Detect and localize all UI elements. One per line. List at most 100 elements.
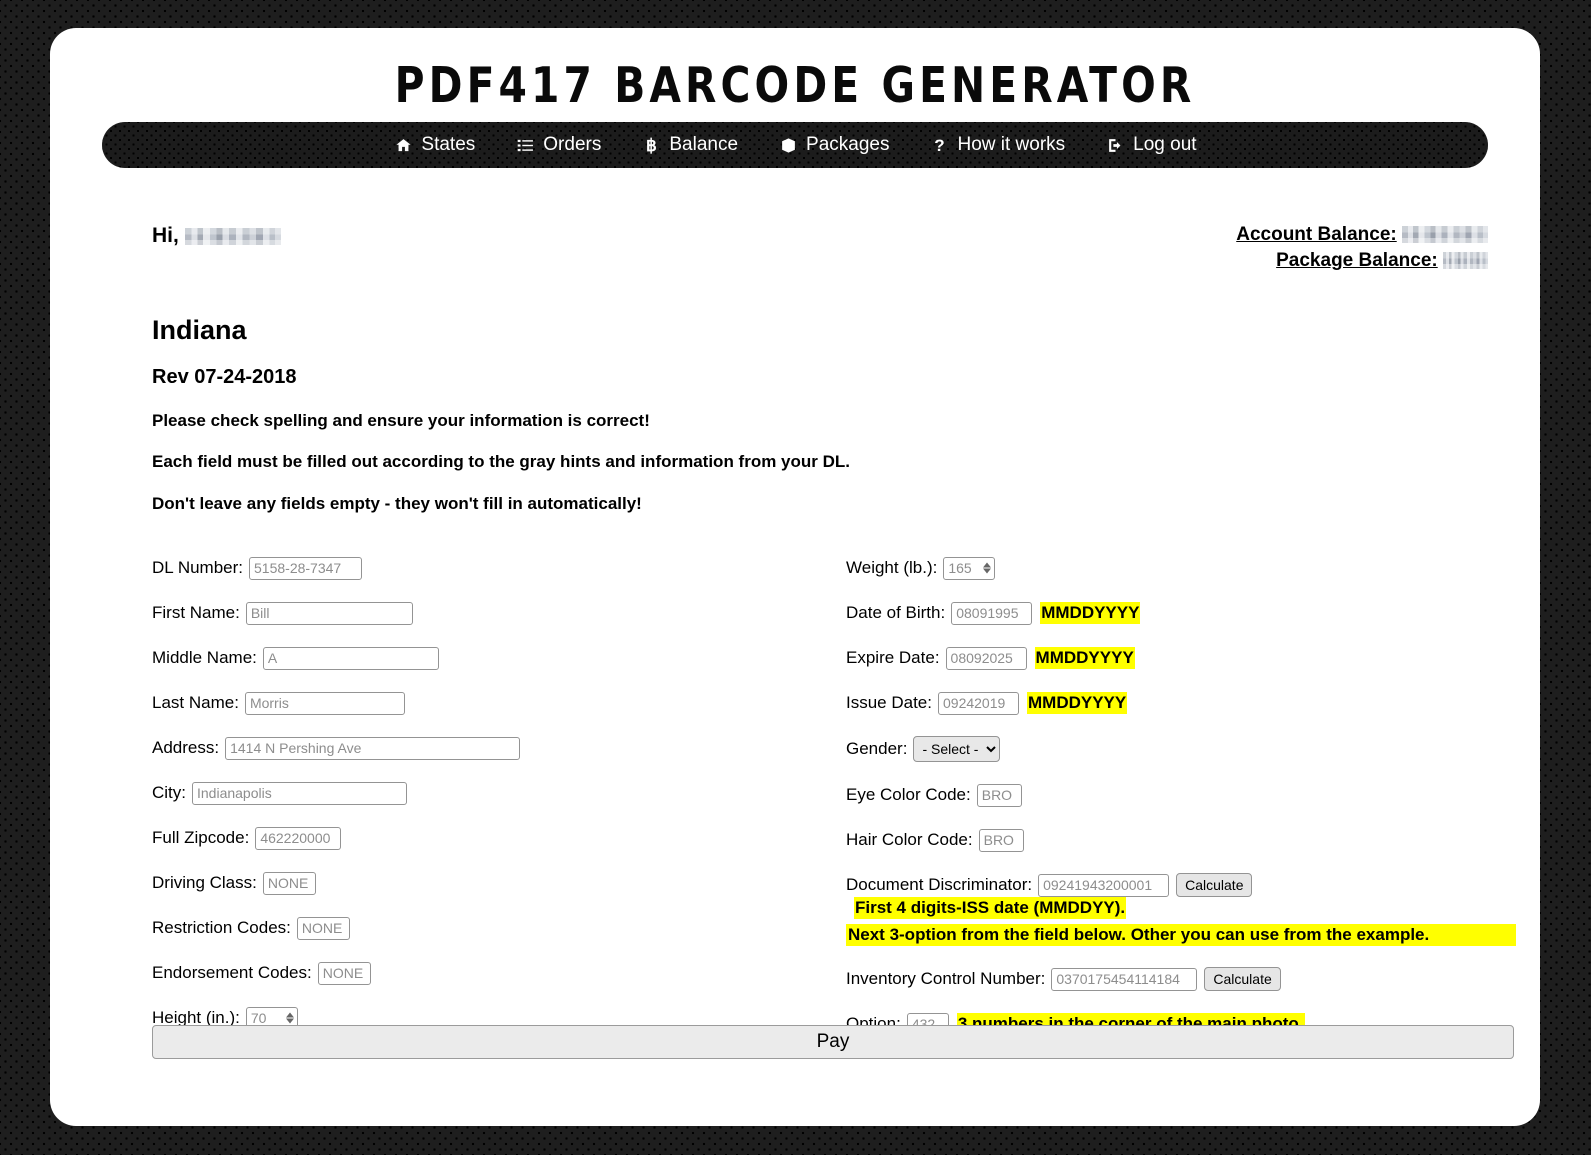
- issue-date-format-hint: MMDDYYYY: [1027, 692, 1128, 714]
- nav-item-states[interactable]: States: [389, 132, 479, 158]
- nav-label: Orders: [543, 134, 602, 155]
- dl-number-input[interactable]: [249, 556, 363, 580]
- redacted-account-balance: [1402, 226, 1488, 244]
- account-balance-label: Account Balance:: [1236, 224, 1397, 245]
- document-discriminator-hint-line-2: Next 3-option from the field below. Othe…: [846, 924, 1516, 946]
- zipcode-label: Full Zipcode:: [152, 828, 250, 847]
- field-eye-color: Eye Color Code:: [846, 783, 1516, 807]
- restriction-codes-input[interactable]: [296, 916, 350, 940]
- page-card: PDF417 BARCODE GENERATOR States Orders ฿…: [50, 28, 1540, 1126]
- middle-name-label: Middle Name:: [152, 648, 257, 667]
- bitcoin-icon: ฿: [645, 135, 657, 155]
- field-first-name: First Name:: [152, 601, 772, 625]
- field-expire-date: Expire Date: MMDDYYYY: [846, 646, 1516, 670]
- issue-date-input[interactable]: [938, 691, 1019, 715]
- nav-label: States: [421, 134, 476, 155]
- first-name-label: First Name:: [152, 603, 240, 622]
- nav-item-log-out[interactable]: Log out: [1101, 132, 1200, 158]
- page-title: PDF417 BARCODE GENERATOR: [394, 58, 1196, 115]
- field-document-discriminator: Document Discriminator: Calculate First …: [846, 873, 1516, 946]
- expire-date-label: Expire Date:: [846, 648, 940, 667]
- hair-color-input[interactable]: [978, 828, 1024, 852]
- package-balance-row: Package Balance:: [1236, 248, 1488, 274]
- state-heading: Indiana: [152, 315, 247, 345]
- nav-label: Log out: [1133, 134, 1197, 155]
- field-date-of-birth: Date of Birth: MMDDYYYY: [846, 601, 1516, 625]
- package-balance-label: Package Balance:: [1276, 250, 1438, 271]
- restriction-codes-label: Restriction Codes:: [152, 918, 291, 937]
- weight-input[interactable]: [943, 556, 996, 580]
- greeting: Hi,: [152, 224, 281, 248]
- nav-item-how-it-works[interactable]: ? How it works: [925, 132, 1069, 158]
- first-name-input[interactable]: [245, 601, 413, 625]
- nav-label: Packages: [806, 134, 890, 155]
- greeting-prefix: Hi,: [152, 224, 179, 247]
- nav-item-orders[interactable]: Orders: [511, 132, 605, 158]
- eye-color-input[interactable]: [976, 783, 1022, 807]
- field-gender: Gender: - Select -: [846, 736, 1516, 762]
- field-hair-color: Hair Color Code:: [846, 828, 1516, 852]
- weight-stepper[interactable]: [943, 556, 996, 580]
- endorsement-codes-input[interactable]: [317, 961, 371, 985]
- endorsement-codes-label: Endorsement Codes:: [152, 963, 312, 982]
- instruction-note-1: Please check spelling and ensure your in…: [152, 411, 650, 430]
- expire-date-input[interactable]: [945, 646, 1027, 670]
- account-balance-row: Account Balance:: [1236, 222, 1488, 248]
- dl-number-label: DL Number:: [152, 558, 244, 577]
- last-name-input[interactable]: [244, 691, 405, 715]
- zipcode-input[interactable]: [255, 826, 342, 850]
- date-of-birth-format-hint: MMDDYYYY: [1040, 602, 1141, 624]
- city-input[interactable]: [192, 781, 407, 805]
- inventory-control-number-calculate-button[interactable]: Calculate: [1204, 967, 1281, 991]
- document-discriminator-input[interactable]: [1038, 873, 1170, 897]
- field-restriction-codes: Restriction Codes:: [152, 916, 772, 940]
- address-label: Address:: [152, 738, 220, 757]
- pay-button[interactable]: Pay: [152, 1025, 1514, 1059]
- gender-select[interactable]: - Select -: [913, 736, 1001, 762]
- expire-date-format-hint: MMDDYYYY: [1034, 647, 1135, 669]
- form-column-left: DL Number: First Name: Middle Name: Last…: [152, 556, 772, 1051]
- field-driving-class: Driving Class:: [152, 871, 772, 895]
- redacted-username: [184, 227, 281, 245]
- weight-label: Weight (lb.):: [846, 558, 938, 577]
- inventory-control-number-label: Inventory Control Number:: [846, 969, 1046, 988]
- form-column-right: Weight (lb.): Date of Birth: MMDDYYYY Ex…: [846, 556, 1516, 1057]
- field-weight: Weight (lb.):: [846, 556, 1516, 580]
- document-discriminator-hint-line-1: First 4 digits-ISS date (MMDDYY).: [854, 897, 1127, 919]
- last-name-label: Last Name:: [152, 693, 239, 712]
- city-label: City:: [152, 783, 186, 802]
- list-icon: [515, 135, 535, 155]
- date-of-birth-label: Date of Birth:: [846, 603, 946, 622]
- field-zipcode: Full Zipcode:: [152, 826, 772, 850]
- field-inventory-control-number: Inventory Control Number: Calculate: [846, 967, 1516, 991]
- nav-label: How it works: [957, 134, 1066, 155]
- nav-item-packages[interactable]: Packages: [774, 132, 893, 158]
- address-input[interactable]: [225, 736, 521, 760]
- field-last-name: Last Name:: [152, 691, 772, 715]
- driving-class-input[interactable]: [262, 871, 316, 895]
- hair-color-label: Hair Color Code:: [846, 830, 973, 849]
- box-icon: [778, 135, 798, 155]
- field-middle-name: Middle Name:: [152, 646, 772, 670]
- field-city: City:: [152, 781, 772, 805]
- nav-label: Balance: [669, 134, 739, 155]
- balance-summary: Account Balance: Package Balance:: [1236, 222, 1488, 274]
- field-endorsement-codes: Endorsement Codes:: [152, 961, 772, 985]
- field-issue-date: Issue Date: MMDDYYYY: [846, 691, 1516, 715]
- instruction-note-2: Each field must be filled out according …: [152, 452, 850, 471]
- date-of-birth-input[interactable]: [951, 601, 1033, 625]
- middle-name-input[interactable]: [262, 646, 439, 670]
- driving-class-label: Driving Class:: [152, 873, 257, 892]
- instruction-note-3: Don't leave any fields empty - they won'…: [152, 494, 642, 513]
- main-navigation: States Orders ฿ Balance Packages ? How i…: [102, 122, 1488, 168]
- inventory-control-number-input[interactable]: [1051, 967, 1198, 991]
- nav-item-balance[interactable]: ฿ Balance: [637, 132, 742, 158]
- issue-date-label: Issue Date:: [846, 693, 932, 712]
- document-discriminator-calculate-button[interactable]: Calculate: [1176, 873, 1253, 897]
- field-dl-number: DL Number:: [152, 556, 772, 580]
- sign-out-icon: [1105, 135, 1125, 155]
- eye-color-label: Eye Color Code:: [846, 785, 971, 804]
- revision-label: Rev 07-24-2018: [152, 366, 297, 388]
- home-icon: [393, 135, 413, 155]
- redacted-package-balance: [1443, 252, 1488, 270]
